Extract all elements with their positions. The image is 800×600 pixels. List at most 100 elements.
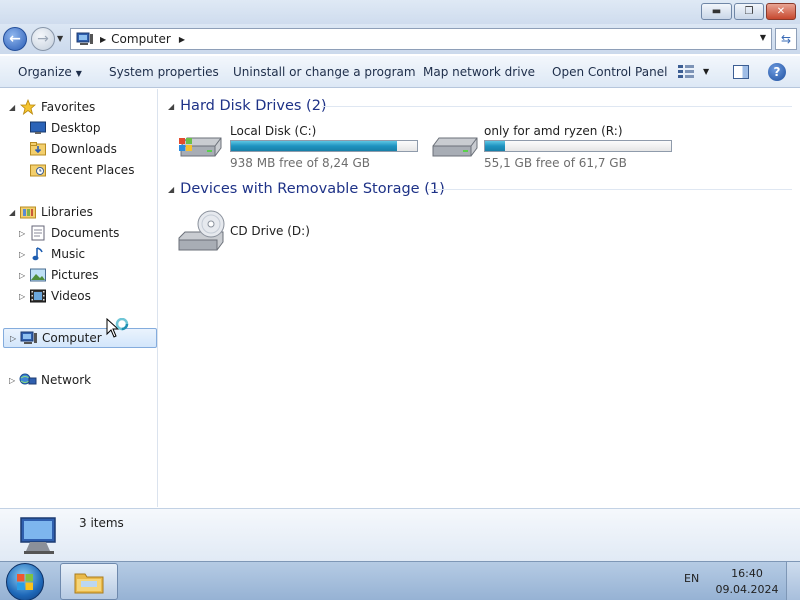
videos-icon — [29, 288, 47, 304]
preview-pane-button[interactable] — [733, 65, 749, 79]
nav-libraries[interactable]: ◢ Libraries — [9, 202, 93, 222]
navigation-pane: ◢ Favorites Desktop Downloads Recent Pla… — [0, 89, 158, 507]
drive-name: Local Disk (C:) — [230, 124, 317, 138]
network-label: Network — [41, 373, 92, 387]
help-button[interactable]: ? — [768, 63, 786, 81]
clock-time: 16:40 — [731, 567, 763, 580]
hard-drive-windows-icon — [179, 137, 222, 157]
help-icon: ? — [773, 65, 781, 79]
system-properties-button[interactable]: System properties — [109, 65, 219, 79]
address-row: ← → ▼ ▶ Computer ▶ ▼ ⇆ — [0, 24, 800, 54]
expand-icon[interactable]: ▷ — [10, 334, 20, 343]
nav-computer[interactable]: ▷ Computer — [3, 328, 157, 348]
details-pane: 3 items — [0, 508, 800, 561]
documents-label: Documents — [51, 226, 120, 240]
nav-network[interactable]: ▷ Network — [9, 370, 91, 390]
computer-label: Computer — [42, 331, 102, 345]
close-button[interactable]: ✕ — [766, 3, 796, 20]
command-bar: Organize ▼ System properties Uninstall or… — [0, 56, 800, 88]
hard-drive-icon — [432, 137, 478, 157]
busy-cursor-icon — [106, 318, 129, 338]
open-control-panel-button[interactable]: Open Control Panel — [552, 65, 667, 79]
expand-icon[interactable]: ▷ — [19, 292, 29, 301]
collapse-icon[interactable]: ◢ — [9, 208, 19, 217]
downloads-label: Downloads — [51, 142, 117, 156]
libraries-label: Libraries — [41, 205, 93, 219]
libraries-icon — [19, 204, 37, 220]
organize-label: Organize — [18, 65, 72, 79]
expand-icon[interactable]: ▷ — [19, 250, 29, 259]
recent-places-label: Recent Places — [51, 163, 135, 177]
expand-icon[interactable]: ▷ — [19, 229, 29, 238]
minimize-button[interactable]: ▬ — [701, 3, 732, 20]
group-divider — [322, 106, 792, 107]
chevron-down-icon: ▼ — [75, 69, 82, 78]
breadcrumb-child-arrow[interactable]: ▶ — [179, 35, 185, 44]
breadcrumb-computer[interactable]: Computer — [111, 32, 171, 46]
nav-favorites[interactable]: ◢ Favorites — [9, 97, 95, 117]
pictures-label: Pictures — [51, 268, 99, 282]
star-icon — [19, 99, 37, 115]
documents-icon — [29, 225, 47, 241]
nav-music[interactable]: ▷ Music — [19, 244, 85, 264]
videos-label: Videos — [51, 289, 91, 303]
maximize-button[interactable]: ❐ — [734, 3, 764, 20]
expand-icon[interactable]: ▷ — [9, 376, 19, 385]
downloads-folder-icon — [29, 141, 47, 157]
desktop-label: Desktop — [51, 121, 101, 135]
pictures-icon — [29, 267, 47, 283]
drive-free-space: 938 MB free of 8,24 GB — [230, 156, 371, 170]
folder-icon — [74, 573, 104, 593]
back-arrow-icon: ← — [9, 31, 21, 47]
drive-name: CD Drive (D:) — [230, 224, 310, 238]
network-icon — [19, 372, 37, 388]
back-button[interactable]: ← — [3, 27, 27, 51]
recent-places-icon — [29, 162, 47, 178]
forward-button[interactable]: → — [31, 27, 55, 51]
nav-downloads[interactable]: Downloads — [29, 139, 117, 159]
refresh-icon: ⇆ — [780, 32, 792, 46]
group-title: Hard Disk Drives (2) — [180, 98, 327, 114]
map-network-drive-button[interactable]: Map network drive — [423, 65, 535, 79]
view-options-dropdown[interactable]: ▼ — [703, 67, 709, 76]
nav-pictures[interactable]: ▷ Pictures — [19, 265, 99, 285]
taskbar-explorer-button[interactable] — [60, 563, 118, 600]
desktop-icon — [29, 120, 47, 136]
music-label: Music — [51, 247, 86, 261]
collapse-icon[interactable]: ◢ — [9, 103, 19, 112]
uninstall-program-button[interactable]: Uninstall or change a program — [233, 65, 416, 79]
nav-documents[interactable]: ▷ Documents — [19, 223, 119, 243]
item-count: 3 items — [79, 516, 124, 530]
refresh-button[interactable]: ⇆ — [775, 28, 797, 50]
drive-usage-fill — [485, 141, 505, 151]
clock-date: 09.04.2024 — [715, 583, 779, 596]
favorites-label: Favorites — [41, 100, 96, 114]
computer-icon — [20, 330, 38, 346]
drive-usage-bar — [484, 140, 672, 152]
show-desktop-button[interactable] — [786, 562, 800, 600]
windows-logo-icon — [17, 574, 33, 590]
address-history-dropdown[interactable]: ▼ — [760, 33, 766, 42]
collapse-icon[interactable]: ◢ — [168, 185, 174, 194]
view-options-icon[interactable] — [678, 65, 694, 79]
nav-recent-places[interactable]: Recent Places — [29, 160, 134, 180]
music-icon — [29, 246, 47, 262]
nav-desktop[interactable]: Desktop — [29, 118, 101, 138]
nav-videos[interactable]: ▷ Videos — [19, 286, 91, 306]
breadcrumb-root-arrow[interactable]: ▶ — [100, 35, 106, 44]
drive-usage-fill — [231, 141, 397, 151]
address-bar[interactable]: ▶ Computer ▶ ▼ — [70, 28, 772, 50]
drive-free-space: 55,1 GB free of 61,7 GB — [484, 156, 627, 170]
clock[interactable]: 16:40 09.04.2024 — [714, 566, 780, 598]
expand-icon[interactable]: ▷ — [19, 271, 29, 280]
collapse-icon[interactable]: ◢ — [168, 102, 174, 111]
taskbar: EN 16:40 09.04.2024 — [0, 561, 800, 600]
group-header-hard-disk-drives[interactable]: ◢ Hard Disk Drives (2) — [168, 98, 327, 114]
organize-menu[interactable]: Organize ▼ — [18, 65, 82, 79]
recent-pages-dropdown[interactable]: ▼ — [57, 34, 63, 43]
drive-name: only for amd ryzen (R:) — [484, 124, 623, 138]
group-header-removable-storage[interactable]: ◢ Devices with Removable Storage (1) — [168, 181, 445, 197]
drive-usage-bar — [230, 140, 418, 152]
language-indicator[interactable]: EN — [684, 572, 699, 585]
start-button[interactable] — [6, 563, 44, 600]
